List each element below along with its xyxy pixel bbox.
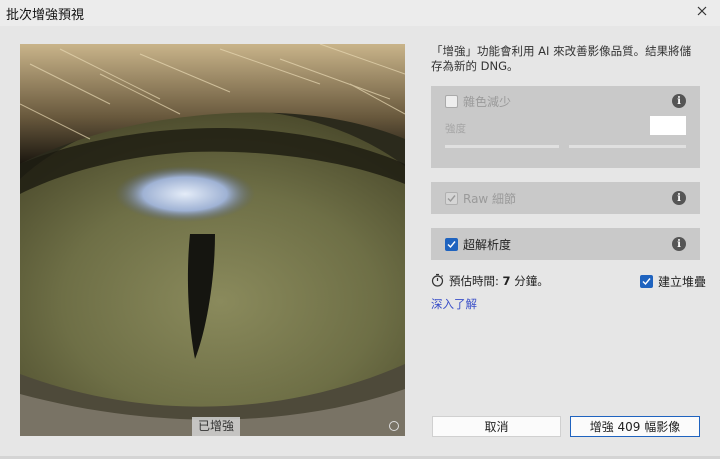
raw-details-info-icon[interactable]: i [672, 191, 686, 205]
dialog-body: 已增強 「增強」功能會利用 AI 來改善影像品質。結果將儲存為新的 DNG。 雜… [0, 26, 720, 456]
checkmark-icon [642, 277, 651, 285]
super-resolution-checkbox[interactable] [445, 237, 458, 251]
denoise-panel: 雜色減少 i 強度 [431, 86, 700, 168]
estimate-text: 預估時間: 7 分鐘。 [449, 273, 549, 289]
enhanced-preview-image: 已增強 [20, 44, 405, 436]
close-icon [697, 5, 707, 19]
raw-details-checkbox[interactable] [445, 191, 458, 205]
raw-details-row: Raw 細節 [445, 189, 516, 207]
window-title: 批次增強預視 [6, 8, 85, 23]
cat-eye-closeup-image [20, 44, 405, 436]
create-stack-checkbox[interactable] [640, 274, 653, 288]
learn-more-link[interactable]: 深入了解 [431, 296, 477, 312]
create-stack-row: 建立堆疊 [640, 272, 706, 290]
enhanced-badge: 已增強 [192, 417, 241, 436]
create-stack-label: 建立堆疊 [658, 274, 707, 289]
checkmark-icon [447, 194, 456, 202]
super-resolution-info-icon[interactable]: i [672, 237, 686, 251]
description-text: 「增強」功能會利用 AI 來改善影像品質。結果將儲存為新的 DNG。 [431, 44, 692, 73]
denoise-label: 雜色減少 [463, 94, 512, 109]
raw-details-panel: Raw 細節 i [431, 182, 700, 214]
cancel-button[interactable]: 取消 [432, 416, 561, 437]
super-resolution-panel: 超解析度 i [431, 228, 700, 260]
denoise-checkbox[interactable] [445, 94, 458, 108]
denoise-strength-label: 強度 [445, 123, 466, 135]
title-bar: 批次增強預視 [0, 0, 720, 26]
estimate-prefix: 預估時間: [449, 274, 499, 288]
raw-details-label: Raw 細節 [463, 191, 517, 206]
estimate-suffix: 分鐘。 [514, 274, 549, 288]
zoom-indicator-icon [389, 421, 399, 431]
checkmark-icon [447, 240, 456, 248]
denoise-info-icon[interactable]: i [672, 94, 686, 108]
denoise-slider-track-right[interactable] [569, 145, 686, 148]
denoise-row: 雜色減少 [445, 92, 511, 110]
estimate-row: 預估時間: 7 分鐘。 [431, 272, 549, 290]
estimate-minutes: 7 [502, 274, 511, 288]
super-resolution-row: 超解析度 [445, 235, 511, 253]
denoise-strength-input[interactable] [650, 116, 686, 135]
super-resolution-label: 超解析度 [463, 237, 512, 252]
stopwatch-icon [431, 273, 444, 290]
enhance-button[interactable]: 增強 409 幅影像 [570, 416, 700, 437]
close-button[interactable] [692, 2, 712, 22]
options-column: 「增強」功能會利用 AI 來改善影像品質。結果將儲存為新的 DNG。 [431, 44, 701, 74]
denoise-slider-track[interactable] [445, 145, 559, 148]
